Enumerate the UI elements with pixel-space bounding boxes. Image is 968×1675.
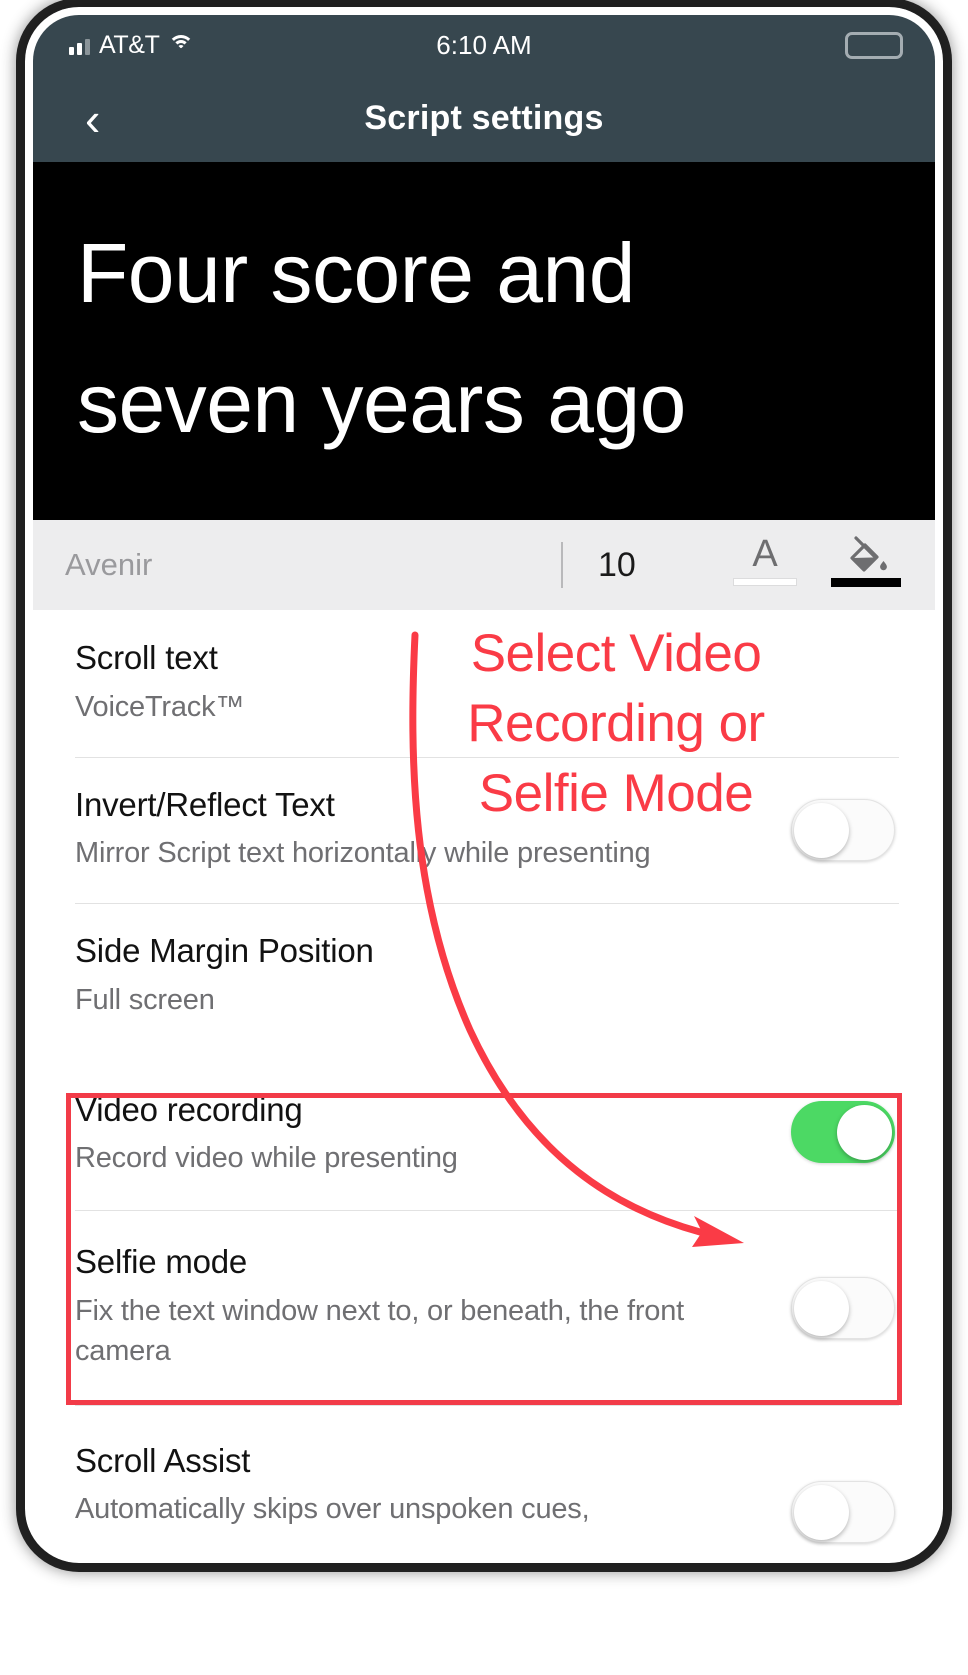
settings-list: Scroll text VoiceTrack™ Invert/Reflect T… [33,610,935,1554]
setting-subtitle: Mirror Script text horizontally while pr… [75,837,651,870]
font-size-value[interactable]: 10 [598,520,636,610]
background-color-button[interactable] [831,534,901,587]
toggle-knob [837,1104,892,1160]
row-divider [75,903,899,905]
phone-screen: AT&T 6:10 AM ‹ Script settings Four scor… [33,15,935,1555]
toggle-knob [794,1484,849,1540]
script-text-line-2: seven years ago [77,356,686,451]
invert-reflect-text-toggle[interactable] [791,798,895,861]
paint-bucket-icon [831,534,901,576]
toolbar-divider [561,542,563,588]
row-divider [75,1210,899,1212]
setting-title: Invert/Reflect Text [75,785,335,823]
setting-row-scroll-assist[interactable]: Scroll Assist Automatically skips over u… [33,1404,935,1554]
setting-subtitle: Automatically skips over unspoken cues, [75,1493,590,1526]
letter-a-icon: A [752,533,778,575]
row-divider [75,756,899,758]
setting-row-side-margin-position[interactable]: Side Margin Position Full screen [33,903,935,1054]
setting-title: Scroll Assist [75,1441,251,1479]
toggle-knob [794,802,849,858]
setting-subtitle: Record video while presenting [75,1142,458,1175]
font-toolbar: Avenir 10 A [33,520,935,610]
page-title: Script settings [364,99,604,137]
back-button[interactable]: ‹ [85,75,100,162]
status-bar-right [845,15,903,75]
setting-title: Scroll text [75,639,218,676]
setting-title: Video recording [75,1090,303,1128]
row-divider [75,1404,899,1406]
battery-icon [845,31,903,59]
toggle-knob [794,1280,849,1336]
setting-subtitle: Fix the text window next to, or beneath,… [75,1294,685,1367]
setting-row-invert-reflect-text[interactable]: Invert/Reflect Text Mirror Script text h… [33,756,935,904]
setting-row-selfie-mode[interactable]: Selfie mode Fix the text window next to,… [33,1210,935,1405]
video-recording-toggle[interactable] [791,1100,895,1163]
navigation-bar: ‹ Script settings [33,75,935,162]
setting-title: Selfie mode [75,1243,248,1281]
status-bar: AT&T 6:10 AM [33,15,935,75]
script-preview-area[interactable]: Four score and seven years ago [33,162,935,520]
text-color-button[interactable]: A [733,534,797,586]
selfie-mode-toggle[interactable] [791,1276,895,1339]
status-bar-clock: 6:10 AM [436,29,532,60]
setting-subtitle: VoiceTrack™ [75,690,245,723]
script-text-line-1: Four score and [77,226,635,320]
text-color-swatch [733,578,797,586]
setting-row-video-recording[interactable]: Video recording Record video while prese… [33,1054,935,1211]
setting-title: Side Margin Position [75,932,374,970]
setting-row-scroll-text[interactable]: Scroll text VoiceTrack™ [33,610,935,757]
scroll-assist-toggle[interactable] [791,1480,895,1543]
setting-subtitle: Full screen [75,983,215,1016]
background-color-swatch [831,578,901,587]
font-name-selector[interactable]: Avenir [65,547,152,583]
